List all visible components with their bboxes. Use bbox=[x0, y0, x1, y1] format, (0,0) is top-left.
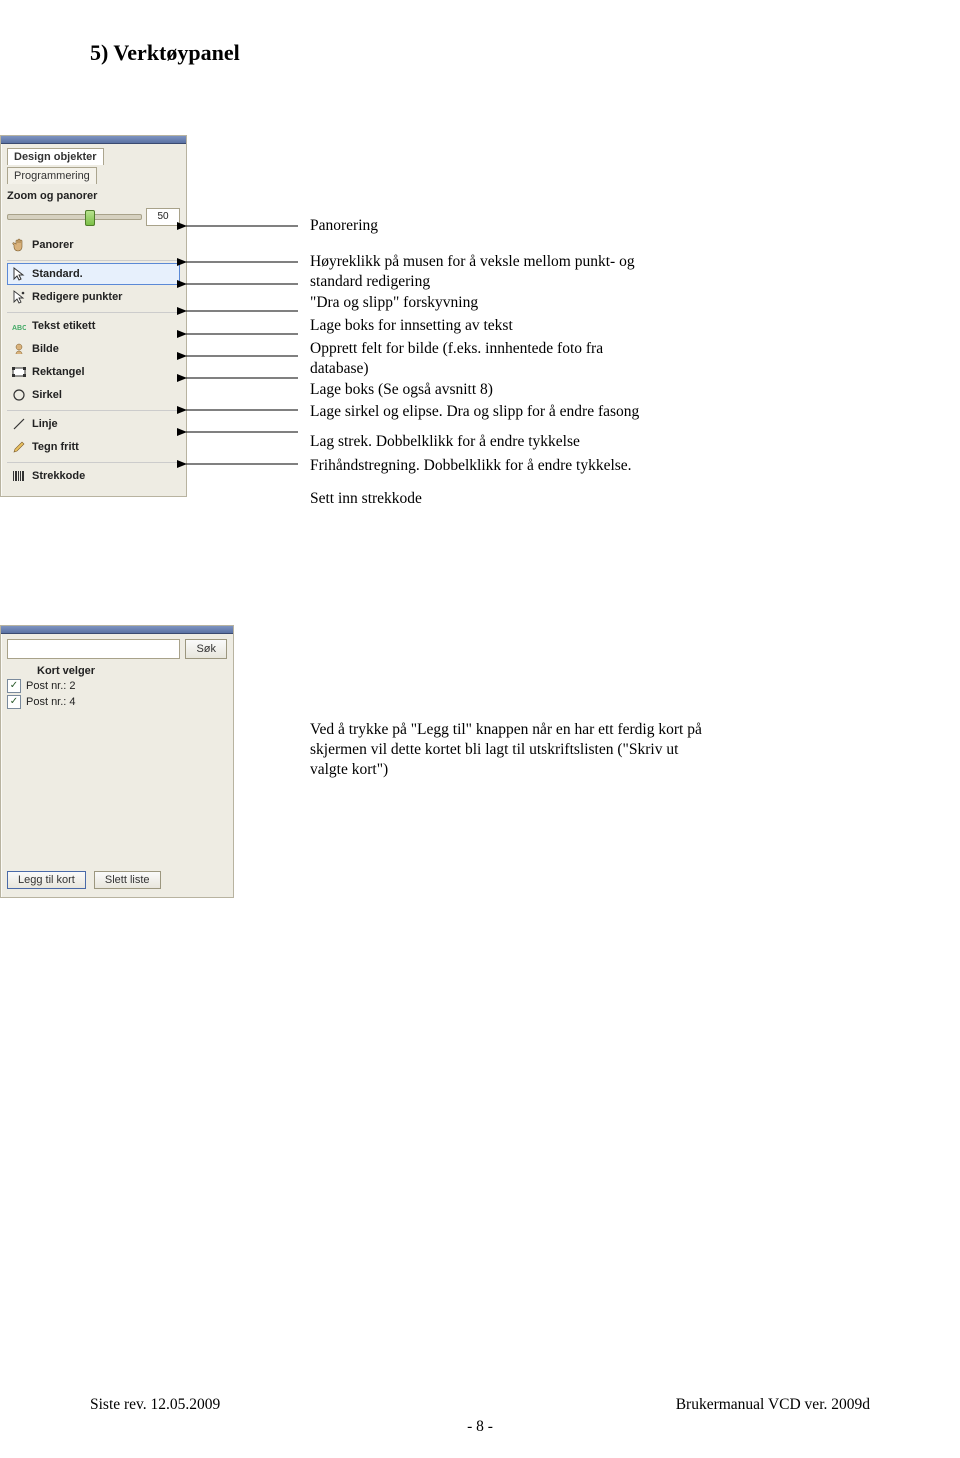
annotation-hoyreklikk: Høyreklikk på musen for å veksle mellom … bbox=[310, 252, 640, 292]
annotation-dra-slipp: "Dra og slipp" forskyvning bbox=[310, 293, 478, 313]
svg-text:ABC: ABC bbox=[12, 325, 26, 332]
annotation-strekkode: Sett inn strekkode bbox=[310, 489, 422, 509]
tool-bilde[interactable]: Bilde bbox=[7, 338, 180, 360]
circle-icon bbox=[12, 388, 26, 402]
zoom-slider-thumb[interactable] bbox=[85, 210, 95, 226]
tool-tegn-fritt[interactable]: Tegn fritt bbox=[7, 436, 180, 458]
rectangle-icon bbox=[12, 365, 26, 379]
cursor-icon bbox=[12, 267, 26, 281]
tool-panorer[interactable]: Panorer bbox=[7, 234, 180, 256]
tool-label: Bilde bbox=[32, 343, 59, 355]
tool-panel: Design objekter Programmering Zoom og pa… bbox=[0, 135, 187, 497]
tool-label: Tekst etikett bbox=[32, 320, 95, 332]
tab-programmering[interactable]: Programmering bbox=[7, 167, 97, 184]
annotation-lag-strek: Lag strek. Dobbelklikk for å endre tykke… bbox=[310, 432, 580, 452]
footer-revision: Siste rev. 12.05.2009 bbox=[90, 1396, 220, 1414]
panel-titlebar bbox=[1, 626, 233, 634]
image-icon bbox=[12, 342, 26, 356]
search-input[interactable] bbox=[7, 639, 180, 659]
tool-redigere-punkter[interactable]: Redigere punkter bbox=[7, 286, 180, 308]
checkbox-icon: ✓ bbox=[7, 695, 21, 709]
edit-points-icon bbox=[12, 290, 26, 304]
tool-label: Strekkode bbox=[32, 470, 85, 482]
annotation-frihaand: Frihåndstregning. Dobbelklikk for å endr… bbox=[310, 456, 632, 476]
kort-velger-label: Kort velger bbox=[37, 665, 227, 677]
tool-tekst-etikett[interactable]: ABC Tekst etikett bbox=[7, 315, 180, 337]
tool-label: Tegn fritt bbox=[32, 441, 79, 453]
panel-titlebar bbox=[1, 136, 186, 144]
tool-label: Redigere punkter bbox=[32, 291, 122, 303]
slett-liste-button[interactable]: Slett liste bbox=[94, 871, 161, 889]
tool-label: Rektangel bbox=[32, 366, 85, 378]
annotation-lage-boks-tekst: Lage boks for innsetting av tekst bbox=[310, 316, 513, 336]
tool-standard[interactable]: Standard. bbox=[7, 263, 180, 285]
checkbox-label: Post nr.: 4 bbox=[26, 696, 76, 708]
tab-design-objekter[interactable]: Design objekter bbox=[7, 148, 104, 165]
page-footer: Siste rev. 12.05.2009 Brukermanual VCD v… bbox=[90, 1396, 870, 1436]
line-icon bbox=[12, 417, 26, 431]
annotation-panorering: Panorering bbox=[310, 216, 378, 236]
legg-til-button[interactable]: Legg til kort bbox=[7, 871, 86, 889]
page-number: - 8 - bbox=[90, 1418, 870, 1436]
zoom-value: 50 bbox=[146, 208, 180, 226]
text-icon: ABC bbox=[12, 319, 26, 333]
zoom-label: Zoom og panorer bbox=[7, 188, 180, 204]
checkbox-post-4[interactable]: ✓ Post nr.: 4 bbox=[7, 695, 227, 709]
tool-sirkel[interactable]: Sirkel bbox=[7, 384, 180, 406]
tool-label: Sirkel bbox=[32, 389, 62, 401]
checkbox-label: Post nr.: 2 bbox=[26, 680, 76, 692]
tool-label: Panorer bbox=[32, 239, 74, 251]
search-panel: Søk Kort velger ✓ Post nr.: 2 ✓ Post nr.… bbox=[0, 625, 234, 898]
footer-manual-title: Brukermanual VCD ver. 2009d bbox=[676, 1396, 870, 1414]
tool-rektangel[interactable]: Rektangel bbox=[7, 361, 180, 383]
annotation-lage-boks: Lage boks (Se også avsnitt 8) bbox=[310, 380, 493, 400]
section-heading: 5) Verktøypanel bbox=[90, 40, 870, 66]
annotation-lage-sirkel: Lage sirkel og elipse. Dra og slipp for … bbox=[310, 402, 750, 422]
search-button[interactable]: Søk bbox=[185, 639, 227, 659]
tool-label: Linje bbox=[32, 418, 58, 430]
checkbox-icon: ✓ bbox=[7, 679, 21, 693]
checkbox-post-2[interactable]: ✓ Post nr.: 2 bbox=[7, 679, 227, 693]
zoom-slider[interactable] bbox=[7, 214, 142, 220]
hand-icon bbox=[12, 238, 26, 252]
annotation-opprett-bilde: Opprett felt for bilde (f.eks. innhented… bbox=[310, 339, 650, 379]
tool-label: Standard. bbox=[32, 268, 83, 280]
paragraph-legg-til: Ved å trykke på "Legg til" knappen når e… bbox=[310, 720, 710, 779]
tool-linje[interactable]: Linje bbox=[7, 413, 180, 435]
barcode-icon bbox=[12, 469, 26, 483]
pencil-icon bbox=[12, 440, 26, 454]
tool-strekkode[interactable]: Strekkode bbox=[7, 465, 180, 487]
